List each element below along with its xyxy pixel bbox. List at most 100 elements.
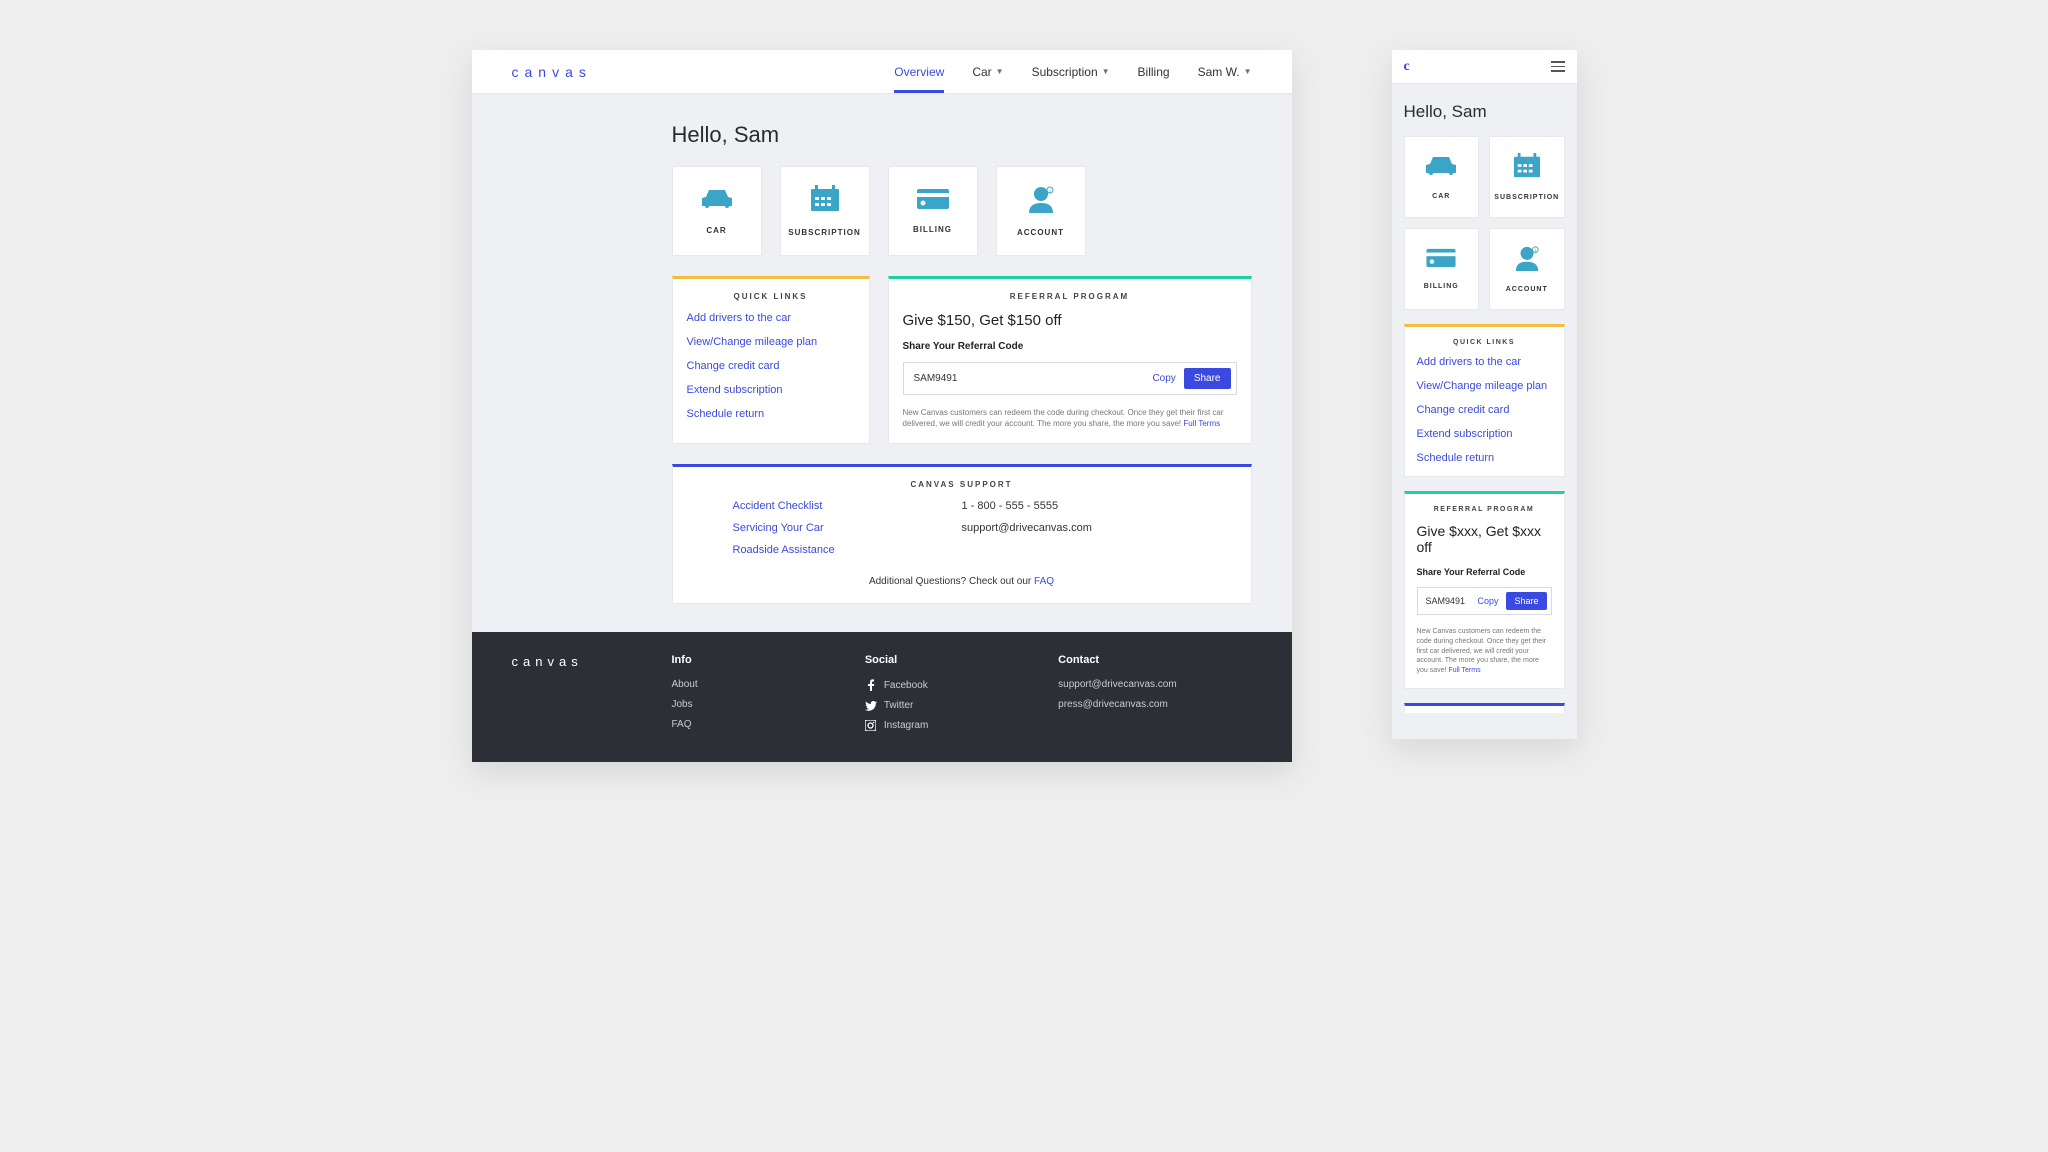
chevron-down-icon: ▼	[1102, 67, 1110, 76]
chevron-down-icon: ▼	[996, 67, 1004, 76]
tile-account-label: ACCOUNT	[1017, 228, 1064, 237]
m-share-button[interactable]: Share	[1506, 592, 1546, 610]
footer-contact-head: Contact	[1058, 654, 1251, 666]
account-icon: i	[1026, 185, 1056, 218]
twitter-label: Twitter	[884, 700, 913, 711]
nav-subscription[interactable]: Subscription ▼	[1032, 50, 1110, 93]
ql-credit-card[interactable]: Change credit card	[687, 360, 855, 372]
m-ql-schedule-return[interactable]: Schedule return	[1417, 452, 1552, 464]
footer-facebook[interactable]: Facebook	[865, 679, 1058, 691]
footer: canvas Info About Jobs FAQ Social Facebo…	[472, 632, 1292, 762]
m-referral-headline: Give $xxx, Get $xxx off	[1417, 523, 1552, 555]
mobile-body: Hello, Sam CAR SUBSCRIPTION BILLING i AC…	[1392, 84, 1577, 739]
mobile-app: c Hello, Sam CAR SUBSCRIPTION BILLING	[1392, 50, 1577, 739]
footer-press-email[interactable]: press@drivecanvas.com	[1058, 699, 1251, 710]
full-terms-link[interactable]: Full Terms	[1183, 419, 1220, 428]
m-ql-extend[interactable]: Extend subscription	[1417, 428, 1552, 440]
mobile-header: c	[1392, 50, 1577, 84]
ql-schedule-return[interactable]: Schedule return	[687, 408, 855, 420]
main-body: Hello, Sam CAR SUBSCRIPTION BILLING i AC…	[472, 94, 1292, 632]
quick-links-title: QUICK LINKS	[673, 279, 869, 312]
support-accident[interactable]: Accident Checklist	[733, 500, 962, 512]
share-button[interactable]: Share	[1184, 368, 1231, 389]
m-tile-car[interactable]: CAR	[1404, 136, 1480, 218]
car-icon	[700, 187, 734, 216]
instagram-label: Instagram	[884, 720, 928, 731]
faq-link[interactable]: FAQ	[1034, 576, 1054, 587]
nav-user[interactable]: Sam W.▼	[1198, 50, 1252, 93]
tile-subscription-label: SUBSCRIPTION	[788, 228, 860, 237]
creditcard-icon	[916, 188, 950, 215]
m-panel-quick-links: QUICK LINKS Add drivers to the car View/…	[1404, 324, 1565, 477]
calendar-icon	[809, 185, 841, 218]
m-ql-title: QUICK LINKS	[1405, 327, 1564, 356]
tile-car[interactable]: CAR	[672, 166, 762, 256]
desktop-app: canvas Overview Car ▼ Subscription ▼ Billi…	[472, 50, 1292, 762]
panels-row: QUICK LINKS Add drivers to the car View/…	[672, 276, 1252, 444]
header: canvas Overview Car▼ Subscription▼ Billi…	[472, 50, 1292, 94]
m-panel-support-peek	[1404, 703, 1565, 713]
nav-car[interactable]: Car ▼	[972, 50, 1003, 93]
mobile-greeting: Hello, Sam	[1404, 102, 1565, 122]
panel-referral: REFERRAL PROGRAM Give $150, Get $150 off…	[888, 276, 1252, 444]
footer-info: Info About Jobs FAQ	[672, 654, 865, 740]
tile-billing[interactable]: BILLING	[888, 166, 978, 256]
mobile-logo: c	[1404, 59, 1410, 75]
nav-billing[interactable]: Billing	[1138, 50, 1170, 93]
footer-logo: canvas	[512, 654, 672, 740]
car-icon	[1424, 154, 1458, 183]
nav-subscription-label: Subscription	[1032, 65, 1098, 79]
referral-fine-print: New Canvas customers can redeem the code…	[903, 407, 1237, 429]
m-full-terms-link[interactable]: Full Terms	[1448, 667, 1480, 674]
tile-billing-label: BILLING	[913, 225, 952, 234]
svg-text:i: i	[1534, 248, 1535, 254]
referral-headline: Give $150, Get $150 off	[903, 312, 1237, 329]
footer-instagram[interactable]: Instagram	[865, 720, 1058, 731]
tile-subscription[interactable]: SUBSCRIPTION	[780, 166, 870, 256]
facebook-label: Facebook	[884, 680, 928, 691]
m-ql-mileage[interactable]: View/Change mileage plan	[1417, 380, 1552, 392]
ql-extend[interactable]: Extend subscription	[687, 384, 855, 396]
referral-title: REFERRAL PROGRAM	[889, 279, 1251, 312]
support-phone: 1 - 800 - 555 - 5555	[962, 500, 1191, 512]
m-tile-billing-label: BILLING	[1424, 283, 1459, 290]
m-tile-subscription[interactable]: SUBSCRIPTION	[1489, 136, 1565, 218]
footer-jobs[interactable]: Jobs	[672, 699, 865, 710]
hamburger-icon[interactable]	[1551, 61, 1565, 72]
footer-social-head: Social	[865, 654, 1058, 666]
m-referral-share-label: Share Your Referral Code	[1417, 567, 1552, 577]
creditcard-icon	[1425, 248, 1457, 273]
m-copy-button[interactable]: Copy	[1477, 596, 1498, 606]
m-tile-billing[interactable]: BILLING	[1404, 228, 1480, 310]
m-referral-code: SAM9491	[1426, 596, 1470, 606]
calendar-icon	[1512, 153, 1542, 184]
account-icon: i	[1513, 245, 1541, 276]
page-greeting: Hello, Sam	[672, 122, 1252, 148]
tile-car-label: CAR	[706, 226, 726, 235]
m-referral-fine-print: New Canvas customers can redeem the code…	[1417, 627, 1552, 676]
nav-overview[interactable]: Overview	[894, 50, 944, 93]
copy-button[interactable]: Copy	[1152, 373, 1175, 384]
nav-car-label: Car	[972, 65, 991, 79]
support-roadside[interactable]: Roadside Assistance	[733, 544, 962, 556]
m-ql-add-drivers[interactable]: Add drivers to the car	[1417, 356, 1552, 368]
m-referral-code-row: SAM9491 Copy Share	[1417, 587, 1552, 615]
nav-user-label: Sam W.	[1198, 65, 1240, 79]
ql-add-drivers[interactable]: Add drivers to the car	[687, 312, 855, 324]
footer-faq[interactable]: FAQ	[672, 719, 865, 730]
footer-about[interactable]: About	[672, 679, 865, 690]
panel-support: CANVAS SUPPORT Accident Checklist Servic…	[672, 464, 1252, 604]
referral-code-row: SAM9491 Copy Share	[903, 362, 1237, 395]
footer-support-email[interactable]: support@drivecanvas.com	[1058, 679, 1251, 690]
ql-mileage[interactable]: View/Change mileage plan	[687, 336, 855, 348]
m-ql-credit-card[interactable]: Change credit card	[1417, 404, 1552, 416]
faq-prefix: Additional Questions? Check out our	[869, 576, 1034, 587]
support-servicing[interactable]: Servicing Your Car	[733, 522, 962, 534]
tiles-row: CAR SUBSCRIPTION BILLING i ACCOUNT	[672, 166, 1252, 256]
tile-account[interactable]: i ACCOUNT	[996, 166, 1086, 256]
footer-twitter[interactable]: Twitter	[865, 700, 1058, 711]
m-tile-account[interactable]: i ACCOUNT	[1489, 228, 1565, 310]
footer-social: Social Facebook Twitter Instagram	[865, 654, 1058, 740]
m-tile-subscription-label: SUBSCRIPTION	[1494, 194, 1559, 201]
support-title: CANVAS SUPPORT	[673, 467, 1251, 500]
